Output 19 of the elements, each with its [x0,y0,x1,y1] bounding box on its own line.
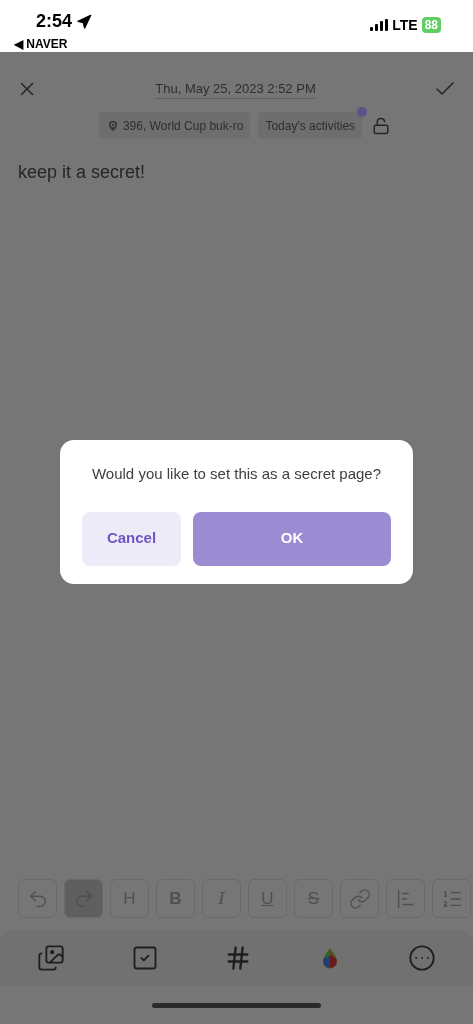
link-icon [348,887,371,910]
signal-icon [370,19,389,31]
cancel-button[interactable]: Cancel [82,511,181,566]
dialog-message: Would you like to set this as a secret page? [91,464,382,484]
image-icon[interactable] [36,944,65,972]
location-chip[interactable]: 396, World Cup buk-ro [98,112,251,139]
back-to-app-link[interactable]: ◀ NAVER [14,35,93,53]
list-button[interactable] [432,879,471,918]
network-label: LTE [392,15,418,35]
battery-indicator: 88 [421,17,441,33]
align-button[interactable] [386,879,425,918]
ok-button[interactable]: OK [193,511,391,566]
date-time-link[interactable]: Thu, May 25, 2023 2:52 PM [155,79,316,99]
note-body-text[interactable]: keep it a secret! [0,159,473,186]
status-time: 2:54 [36,10,73,33]
unlocked-icon[interactable] [372,116,391,135]
tag-chip[interactable]: Today's activities [258,112,363,139]
more-icon[interactable] [408,944,437,972]
location-arrow-icon [76,13,93,30]
